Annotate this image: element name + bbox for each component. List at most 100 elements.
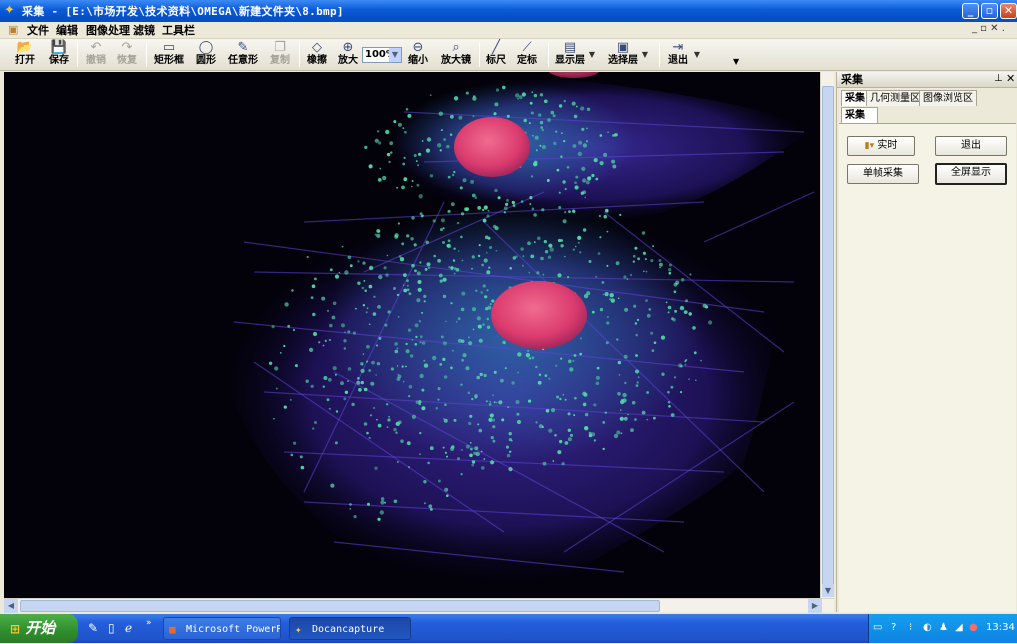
chevron-down-icon[interactable]: ▼ bbox=[694, 50, 700, 59]
tab-geometry-measure[interactable]: 几何测量区 bbox=[866, 90, 924, 106]
vesicle-dot bbox=[347, 367, 352, 371]
vesicle-dot bbox=[428, 504, 433, 509]
single-frame-capture-button[interactable]: 单帧采集 bbox=[847, 164, 919, 184]
language-icon[interactable]: ◐ bbox=[923, 622, 932, 633]
rectangle-select-button[interactable]: ▭ 矩形框 bbox=[150, 40, 188, 70]
security-icon[interactable]: ● bbox=[969, 622, 978, 633]
eraser-button[interactable]: ◇ 橡擦 bbox=[303, 40, 331, 70]
start-button[interactable]: ⊞ 开始 bbox=[0, 614, 78, 643]
vesicle-dot bbox=[646, 391, 649, 394]
image-canvas[interactable] bbox=[4, 72, 820, 598]
open-button[interactable]: 📂 打开 bbox=[10, 40, 40, 70]
vesicle-dot bbox=[515, 255, 518, 258]
vesicle-dot bbox=[572, 248, 575, 251]
vesicle-dot bbox=[642, 251, 647, 255]
minimize-button[interactable]: _ bbox=[962, 3, 979, 19]
vesicle-dot bbox=[500, 378, 504, 383]
app-icon[interactable]: ✦ bbox=[4, 3, 20, 19]
vesicle-dot bbox=[492, 394, 494, 397]
vesicle-dot bbox=[533, 213, 537, 217]
vesicle-dot bbox=[321, 296, 326, 301]
vesicle-dot bbox=[492, 425, 496, 429]
maximize-button[interactable]: ▫ bbox=[981, 3, 998, 19]
freeform-select-button[interactable]: ✎ 任意形 bbox=[225, 40, 261, 70]
vesicle-dot bbox=[512, 204, 516, 207]
horizontal-scrollbar[interactable]: ◀ ▶ bbox=[4, 598, 834, 613]
quicklaunch-desktop-icon[interactable]: ▯ bbox=[108, 621, 115, 635]
vesicle-dot bbox=[384, 501, 386, 504]
menu-file[interactable]: 文件 bbox=[27, 23, 49, 38]
vesicle-dot bbox=[347, 380, 349, 382]
chevron-down-icon[interactable]: ▼ bbox=[589, 50, 595, 59]
zoom-in-button[interactable]: ⊕ 放大 bbox=[334, 40, 362, 70]
vesicle-dot bbox=[369, 414, 373, 417]
qq-icon[interactable]: ♟ bbox=[939, 622, 948, 633]
document-icon[interactable]: ▣ bbox=[8, 23, 18, 36]
vesicle-dot bbox=[540, 256, 544, 261]
mdi-window-controls[interactable]: _ ▫ ✕ . bbox=[972, 23, 1005, 34]
calibrate-button[interactable]: ⟋ 定标 bbox=[513, 40, 541, 70]
zoom-level-select[interactable]: 100% ▼ bbox=[362, 47, 402, 63]
vesicle-dot bbox=[530, 254, 535, 259]
pin-icon[interactable]: ⊥ bbox=[994, 73, 1003, 84]
vesicle-dot bbox=[593, 439, 597, 442]
tab-capture[interactable]: 采集 bbox=[841, 90, 869, 106]
exit-button[interactable]: ⇥ 退出 ▼ bbox=[664, 40, 700, 70]
vesicle-dot bbox=[544, 374, 548, 377]
menu-image-processing[interactable]: 图像处理 bbox=[86, 23, 130, 38]
vesicle-dot bbox=[535, 365, 538, 369]
vesicle-dot bbox=[508, 467, 513, 472]
panel-close-icon[interactable]: ✕ bbox=[1006, 72, 1015, 85]
vesicle-dot bbox=[421, 341, 426, 345]
vesicle-dot bbox=[271, 325, 275, 329]
vesicle-dot bbox=[588, 433, 593, 438]
menu-toolbar[interactable]: 工具栏 bbox=[162, 23, 195, 38]
volume-icon[interactable]: ◢ bbox=[955, 622, 963, 633]
show-layer-button[interactable]: ▤ 显示层 ▼ bbox=[553, 40, 595, 70]
vertical-scroll-thumb[interactable] bbox=[822, 86, 834, 590]
close-button[interactable]: ✕ bbox=[1000, 3, 1017, 19]
quicklaunch-more-icon[interactable]: » bbox=[146, 618, 152, 628]
scroll-left-arrow-icon[interactable]: ◀ bbox=[4, 599, 18, 613]
chevron-down-icon[interactable]: ▼ bbox=[389, 48, 401, 62]
quicklaunch-app-icon[interactable]: ✎ bbox=[88, 621, 98, 635]
keyboard-icon[interactable]: ▭ bbox=[873, 622, 882, 633]
vertical-scrollbar[interactable]: ▼ bbox=[820, 72, 834, 598]
select-layer-button[interactable]: ▣ 选择层 ▼ bbox=[606, 40, 648, 70]
vesicle-dot bbox=[693, 351, 697, 355]
toolbar-overflow-icon[interactable]: ▼ bbox=[733, 57, 739, 66]
menu-edit[interactable]: 编辑 bbox=[56, 23, 78, 38]
chevron-down-icon[interactable]: ▼ bbox=[642, 50, 648, 59]
vesicle-dot bbox=[355, 307, 357, 310]
scroll-right-arrow-icon[interactable]: ▶ bbox=[808, 599, 822, 613]
undo-button[interactable]: ↶ 撤销 bbox=[82, 40, 110, 70]
network-icon[interactable]: ⁝ bbox=[909, 622, 912, 633]
scroll-down-arrow-icon[interactable]: ▼ bbox=[822, 584, 834, 597]
nucleus-top-edge bbox=[548, 72, 600, 78]
panel-exit-button[interactable]: 退出 bbox=[935, 136, 1007, 156]
task-powerpoint[interactable]: ■ Microsoft PowerP... bbox=[163, 617, 281, 640]
ruler-button[interactable]: ╱ 标尺 bbox=[483, 40, 509, 70]
subtab-capture[interactable]: 采集 bbox=[841, 107, 878, 123]
horizontal-scroll-thumb[interactable] bbox=[20, 600, 660, 612]
camera-icon: ▮▾ bbox=[864, 141, 875, 151]
save-button[interactable]: 💾 保存 bbox=[44, 40, 74, 70]
magnifier-button[interactable]: ⌕ 放大镜 bbox=[437, 40, 475, 70]
circle-select-button[interactable]: ◯ 圆形 bbox=[192, 40, 220, 70]
vesicle-dot bbox=[423, 300, 426, 303]
copy-button[interactable]: ❐ 复制 bbox=[266, 40, 294, 70]
help-icon[interactable]: ? bbox=[891, 622, 896, 633]
zoom-out-button[interactable]: ⊖ 缩小 bbox=[404, 40, 432, 70]
vesicle-dot bbox=[439, 149, 442, 152]
realtime-button[interactable]: ▮▾ 实时 bbox=[847, 136, 915, 156]
vesicle-dot bbox=[389, 141, 394, 146]
menu-filter[interactable]: 滤镜 bbox=[133, 23, 155, 38]
redo-button[interactable]: ↷ 恢复 bbox=[113, 40, 141, 70]
vesicle-dot bbox=[437, 387, 441, 391]
vesicle-dot bbox=[451, 445, 455, 449]
quicklaunch-ie-icon[interactable]: ℯ bbox=[125, 621, 132, 635]
fullscreen-button[interactable]: 全屏显示 bbox=[935, 163, 1007, 185]
tab-image-browse[interactable]: 图像浏览区 bbox=[919, 90, 977, 106]
task-docancapture[interactable]: ✦ Docancapture bbox=[289, 617, 411, 640]
vesicle-dot bbox=[311, 284, 316, 288]
